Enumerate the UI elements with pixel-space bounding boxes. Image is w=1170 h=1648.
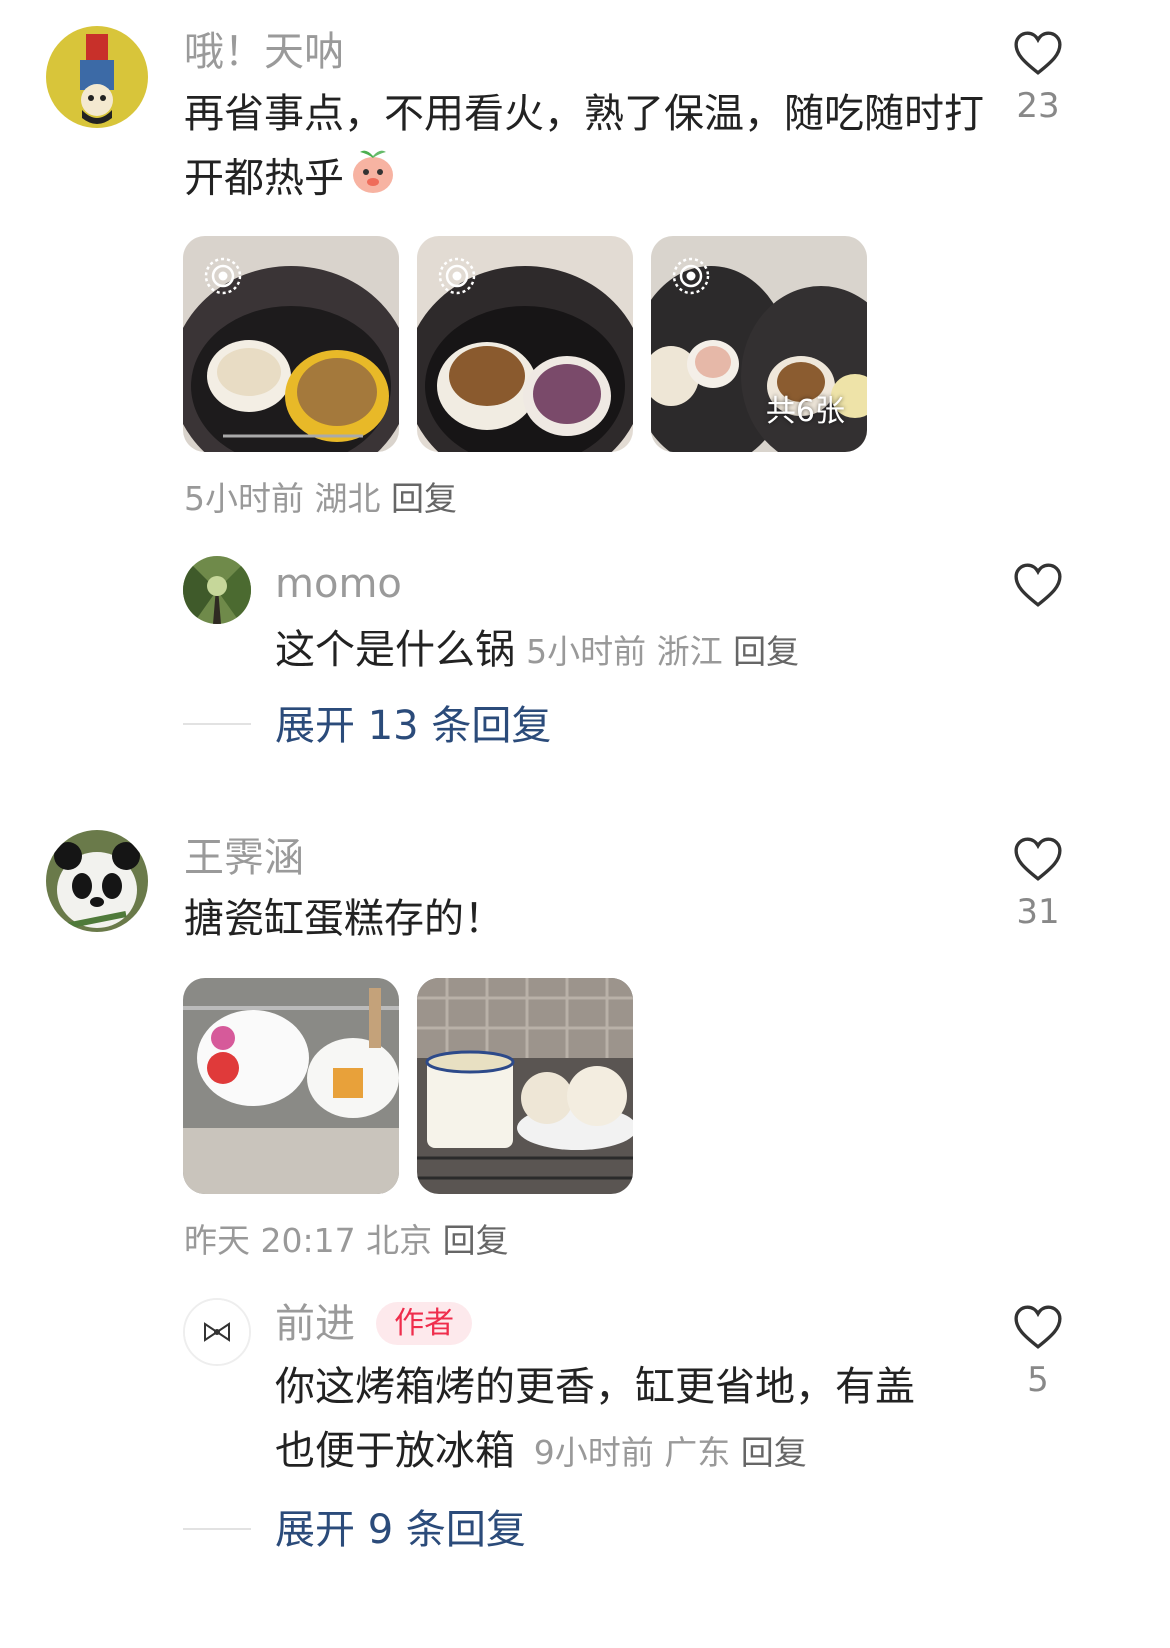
peach-emoji-icon <box>348 146 398 215</box>
like-count: 5 <box>1027 1360 1049 1400</box>
comment-text-body: 再省事点，不用看火，熟了保温，随吃随时打开都热乎 <box>184 91 984 202</box>
comment-image[interactable] <box>183 978 399 1194</box>
heart-outline-icon <box>1014 563 1062 607</box>
live-photo-icon <box>437 256 477 300</box>
like-button[interactable]: 31 <box>1003 836 1073 932</box>
comment-meta: 5小时前 湖北 回复 <box>184 472 457 520</box>
reply-location: 广东 <box>664 1433 731 1472</box>
comment-location: 北京 <box>366 1221 433 1260</box>
avatar[interactable] <box>183 1298 251 1366</box>
reply-time: 9小时前 <box>533 1433 654 1472</box>
heart-outline-icon <box>1014 1305 1062 1349</box>
live-photo-icon <box>671 256 711 300</box>
comment-text: 再省事点，不用看火，熟了保温，随吃随时打开都热乎 <box>184 82 984 215</box>
like-button[interactable] <box>1003 562 1073 608</box>
comment-image[interactable] <box>183 236 399 452</box>
reply-username[interactable]: 前进 <box>275 1301 355 1347</box>
avatar[interactable] <box>46 830 148 932</box>
heart-outline-icon <box>1014 837 1062 881</box>
comment-image[interactable] <box>417 236 633 452</box>
comment-time: 昨天 20:17 <box>184 1221 356 1260</box>
reply-text: 这个是什么锅 <box>275 627 515 673</box>
like-button[interactable]: 5 <box>1003 1304 1073 1400</box>
expand-divider <box>183 723 251 725</box>
reply-text-line: 也便于放冰箱 <box>275 1428 515 1474</box>
heart-outline-icon <box>1014 31 1062 75</box>
reply-time: 5小时前 <box>526 632 647 671</box>
reply-location: 浙江 <box>656 632 723 671</box>
comment-username[interactable]: 哦！天呐 <box>184 28 344 76</box>
like-button[interactable]: 23 <box>1003 30 1073 126</box>
like-count: 23 <box>1016 86 1060 126</box>
image-count-badge: 共6张 <box>765 394 845 429</box>
comment-username[interactable]: 王霁涵 <box>184 834 304 882</box>
live-photo-icon <box>203 256 243 300</box>
comment-meta: 昨天 20:17 北京 回复 <box>184 1214 509 1262</box>
reply-text-line: 你这烤箱烤的更香，缸更省地，有盖 <box>275 1364 915 1410</box>
comment-time: 5小时前 <box>184 479 304 518</box>
avatar[interactable] <box>46 26 148 128</box>
expand-replies-button[interactable]: 展开 9 条回复 <box>275 1506 526 1554</box>
comment-image[interactable]: 共6张 <box>651 236 867 452</box>
reply-meta: 5小时前 浙江 回复 <box>526 632 799 671</box>
reply-meta: 9小时前 广东 回复 <box>534 1433 807 1472</box>
expand-divider <box>183 1528 251 1530</box>
comment-text: 搪瓷缸蛋糕存的！ <box>184 896 504 942</box>
author-badge: 作者 <box>376 1302 473 1345</box>
avatar[interactable] <box>183 556 251 624</box>
reply-text-row: 也便于放冰箱 9小时前 广东 回复 <box>275 1419 975 1485</box>
reply-text-row: 这个是什么锅 5小时前 浙江 回复 <box>275 618 799 682</box>
reply-button[interactable]: 回复 <box>741 1433 807 1472</box>
reply-text: 你这烤箱烤的更香，缸更省地，有盖 也便于放冰箱 9小时前 广东 回复 <box>275 1355 975 1485</box>
expand-replies-button[interactable]: 展开 13 条回复 <box>275 702 551 750</box>
reply-button[interactable]: 回复 <box>391 479 457 518</box>
like-count: 31 <box>1016 892 1060 932</box>
comment-image[interactable] <box>417 978 633 1194</box>
reply-button[interactable]: 回复 <box>733 632 799 671</box>
reply-username[interactable]: momo <box>275 560 402 608</box>
reply-header: 前进 作者 <box>275 1300 473 1348</box>
reply-button[interactable]: 回复 <box>443 1221 509 1260</box>
comment-location: 湖北 <box>314 479 381 518</box>
